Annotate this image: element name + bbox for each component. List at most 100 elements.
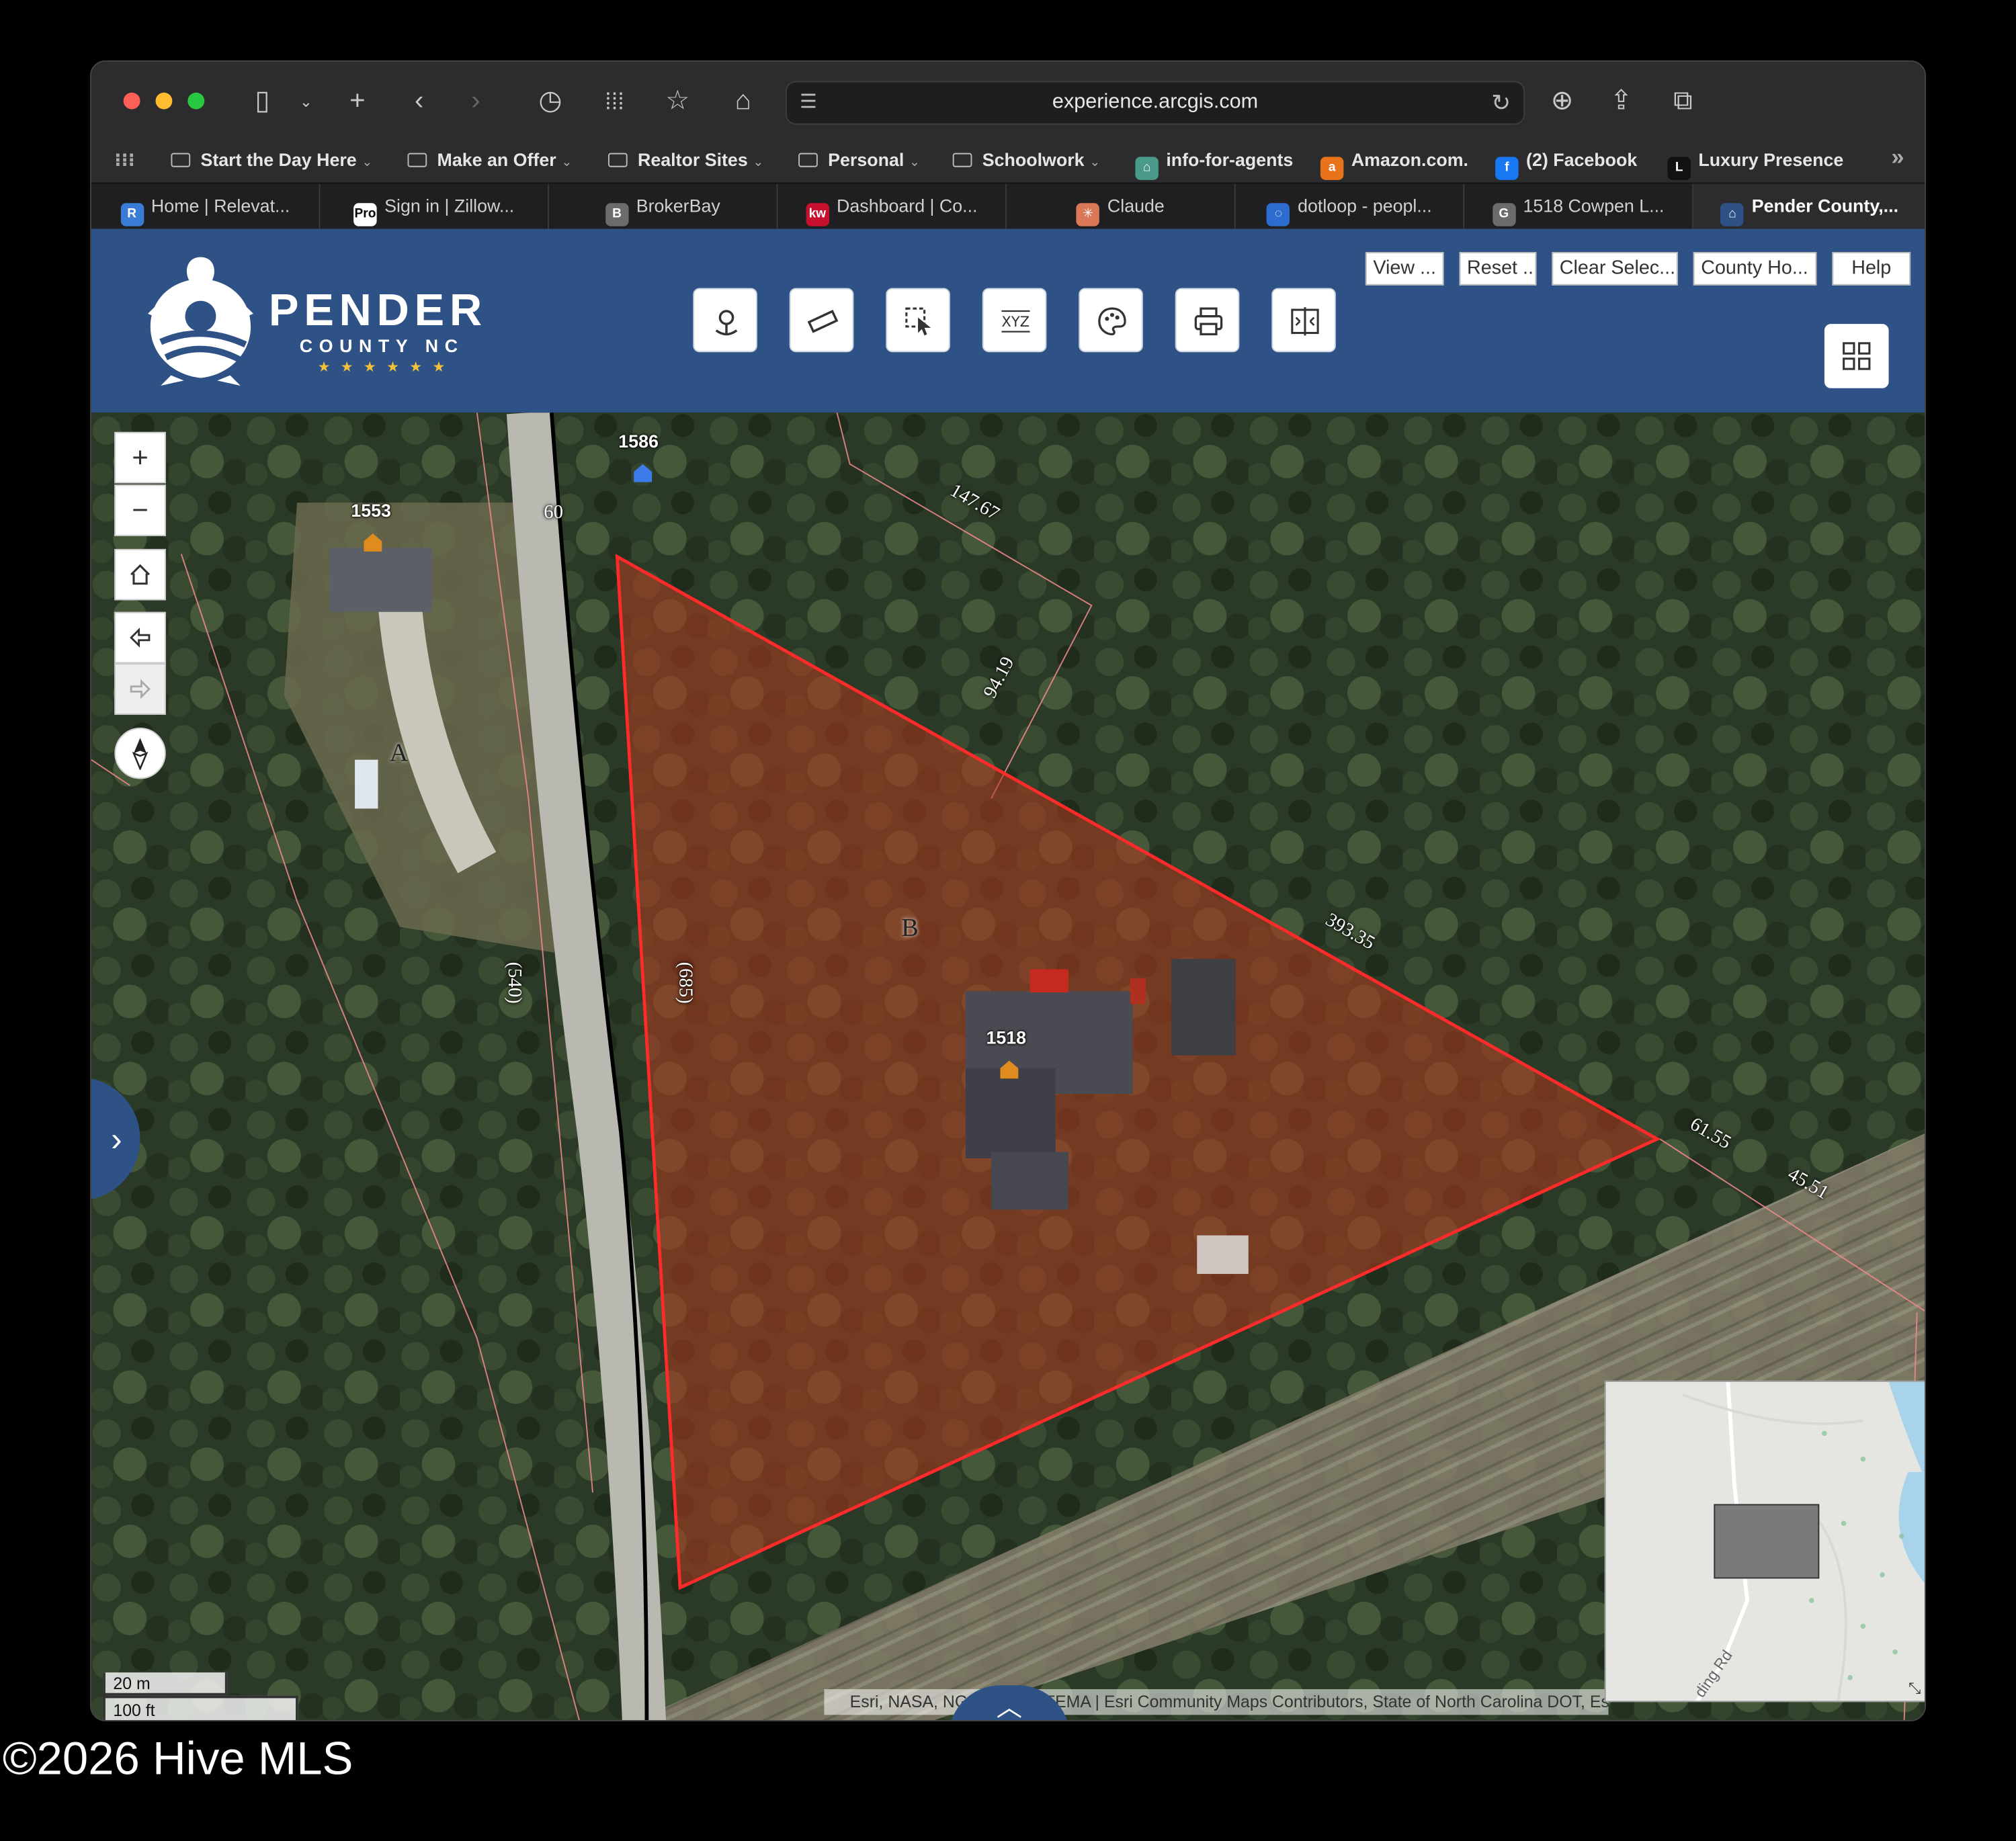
printer-icon bbox=[1194, 307, 1223, 336]
widget-grid-button[interactable] bbox=[1824, 324, 1889, 388]
home-extent-button[interactable] bbox=[114, 548, 166, 601]
tab-label: 1518 Cowpen L... bbox=[1523, 195, 1665, 216]
bookmark-item[interactable]: Schoolwork ⌄ bbox=[952, 148, 1101, 170]
select-tool-button[interactable] bbox=[886, 288, 950, 353]
more-bookmarks-icon[interactable]: » bbox=[1891, 144, 1904, 171]
apps-grid-icon[interactable]: ⁞⁞⁞ bbox=[595, 85, 634, 118]
tab-label: Dashboard | Co... bbox=[837, 195, 978, 216]
browser-tab[interactable]: kw Dashboard | Co... bbox=[778, 183, 1007, 230]
logo-title: PENDER bbox=[268, 285, 487, 336]
chevron-up-icon: ︿ bbox=[996, 1694, 1023, 1721]
overview-map[interactable]: ding Rd ⤡ bbox=[1604, 1380, 1925, 1703]
tab-overview-icon[interactable]: ⧉ bbox=[1664, 85, 1702, 118]
chevron-down-icon: ⌄ bbox=[753, 155, 764, 170]
resize-overview-icon[interactable]: ⤡ bbox=[1908, 1679, 1921, 1699]
bookmark-item[interactable]: Make an Offer ⌄ bbox=[407, 149, 572, 170]
bookmark-item[interactable]: Personal ⌄ bbox=[798, 149, 920, 170]
parcel-address-label: 1518 bbox=[986, 1027, 1027, 1048]
swipe-tool-button[interactable] bbox=[1271, 288, 1336, 353]
close-window-button[interactable] bbox=[123, 92, 140, 110]
page-settings-icon[interactable]: ☰ bbox=[800, 82, 817, 123]
basemap-tool-button[interactable] bbox=[1079, 288, 1143, 353]
bookmark-item[interactable]: Realtor Sites ⌄ bbox=[607, 148, 764, 170]
bookmark-item[interactable]: L Luxury Presence bbox=[1667, 148, 1844, 180]
tab-label: dotloop - peopl... bbox=[1298, 195, 1432, 216]
bookmark-item[interactable]: f (2) Facebook bbox=[1495, 149, 1637, 180]
app-header: PENDER COUNTY NC ★★★★★★ XYZ View ... Res… bbox=[91, 228, 1925, 413]
print-tool-button[interactable] bbox=[1175, 288, 1240, 353]
reload-icon[interactable]: ↻ bbox=[1491, 82, 1511, 123]
locate-tool-button[interactable] bbox=[693, 288, 757, 353]
chevron-down-icon[interactable]: ⌄ bbox=[287, 85, 325, 118]
ruler-icon bbox=[807, 310, 839, 333]
logo-stars: ★★★★★★ bbox=[317, 359, 456, 376]
parcel-dimension-label: (685) bbox=[674, 961, 696, 1004]
xyz-icon: XYZ bbox=[1001, 310, 1030, 333]
tab-label: BrokerBay bbox=[636, 195, 720, 216]
new-tab-icon[interactable]: + bbox=[338, 85, 376, 118]
coordinate-tool-button[interactable]: XYZ bbox=[982, 288, 1047, 353]
tab-favicon-icon: R bbox=[120, 203, 144, 226]
bookmark-label: Schoolwork bbox=[982, 148, 1085, 170]
star-icon[interactable]: ☆ bbox=[659, 85, 697, 118]
favicon-icon: a bbox=[1320, 157, 1344, 180]
bookmark-item[interactable]: Start the Day Here ⌄ bbox=[171, 149, 372, 170]
compass-button[interactable] bbox=[114, 727, 166, 779]
address-bar[interactable]: ☰ experience.arcgis.com ↻ bbox=[786, 81, 1525, 125]
tab-favicon-icon: G bbox=[1492, 203, 1516, 226]
home-icon[interactable]: ⌂ bbox=[724, 85, 762, 118]
bookmarks-bar: ⁝⁝⁝ Start the Day Here ⌄ Make an Offer ⌄ Rea… bbox=[91, 141, 1925, 183]
minimize-window-button[interactable] bbox=[155, 92, 173, 110]
next-extent-button[interactable] bbox=[114, 663, 166, 715]
browser-tab[interactable]: ⌂ Pender County,... bbox=[1693, 183, 1925, 230]
help-button[interactable]: Help bbox=[1832, 251, 1911, 286]
back-icon[interactable]: ‹ bbox=[400, 85, 438, 118]
bookmark-label: info-for-agents bbox=[1166, 148, 1294, 170]
bookmark-item[interactable]: ⌂ info-for-agents bbox=[1135, 149, 1293, 180]
location-icon bbox=[715, 310, 738, 336]
tab-favicon-icon: kw bbox=[806, 203, 829, 226]
all-bookmarks-icon[interactable]: ⁝⁝⁝ bbox=[114, 149, 135, 171]
sidebar-icon[interactable]: ▯ bbox=[243, 85, 282, 118]
logo-subtitle: COUNTY NC bbox=[299, 335, 464, 356]
tab-bar: R Home | Relevat... Pro Sign in | Zillow...… bbox=[91, 182, 1925, 230]
bookmark-label: Realtor Sites bbox=[637, 148, 748, 170]
browser-tab[interactable]: G 1518 Cowpen L... bbox=[1464, 183, 1693, 230]
zoom-in-button[interactable]: + bbox=[114, 431, 166, 484]
clear-selection-button[interactable]: Clear Selec... bbox=[1552, 251, 1678, 286]
browser-tab[interactable]: B BrokerBay bbox=[549, 183, 778, 230]
bookmark-item[interactable]: a Amazon.com. bbox=[1320, 149, 1468, 180]
chevron-down-icon: ⌄ bbox=[1089, 155, 1101, 170]
history-icon[interactable]: ◷ bbox=[531, 85, 569, 118]
tab-favicon-icon: ✳ bbox=[1077, 203, 1100, 226]
tab-favicon-icon: ◌ bbox=[1267, 203, 1290, 226]
maximize-window-button[interactable] bbox=[187, 92, 205, 110]
share-icon[interactable]: ⇪ bbox=[1602, 85, 1640, 118]
county-home-button[interactable]: County Ho... bbox=[1693, 251, 1817, 286]
view-button[interactable]: View ... bbox=[1365, 251, 1444, 286]
bookmark-label: Personal bbox=[828, 148, 905, 170]
browser-tab[interactable]: ◌ dotloop - peopl... bbox=[1236, 183, 1465, 230]
favicon-icon: L bbox=[1667, 157, 1691, 180]
map-view[interactable]: 1586 1553 1518 60 A B 147.67 94.19 393.3… bbox=[91, 413, 1925, 1721]
measure-tool-button[interactable] bbox=[789, 288, 854, 353]
svg-text:XYZ: XYZ bbox=[1001, 313, 1030, 330]
overview-extent-box[interactable] bbox=[1714, 1504, 1820, 1579]
copyright-notice: ©2026 Hive MLS bbox=[2, 1731, 353, 1785]
forward-icon[interactable]: › bbox=[456, 85, 495, 118]
bookmark-label: Luxury Presence bbox=[1698, 148, 1844, 170]
browser-tab[interactable]: ✳ Claude bbox=[1007, 183, 1236, 230]
parcel-dimension-label: (540) bbox=[503, 961, 525, 1004]
downloads-icon[interactable]: ⊕ bbox=[1543, 85, 1581, 118]
browser-tab[interactable]: R Home | Relevat... bbox=[91, 183, 321, 230]
chevron-down-icon: ⌄ bbox=[909, 155, 921, 170]
previous-extent-button[interactable] bbox=[114, 611, 166, 664]
home-icon bbox=[130, 564, 151, 585]
grid-icon bbox=[1843, 342, 1871, 370]
folder-icon bbox=[407, 153, 427, 167]
zoom-out-button[interactable]: − bbox=[114, 484, 166, 536]
reset-button[interactable]: Reset ... bbox=[1459, 251, 1537, 286]
browser-tab[interactable]: Pro Sign in | Zillow... bbox=[320, 183, 549, 230]
scale-bar-metric: 20 m bbox=[103, 1672, 228, 1696]
parcel-address-label: 1553 bbox=[351, 500, 391, 521]
